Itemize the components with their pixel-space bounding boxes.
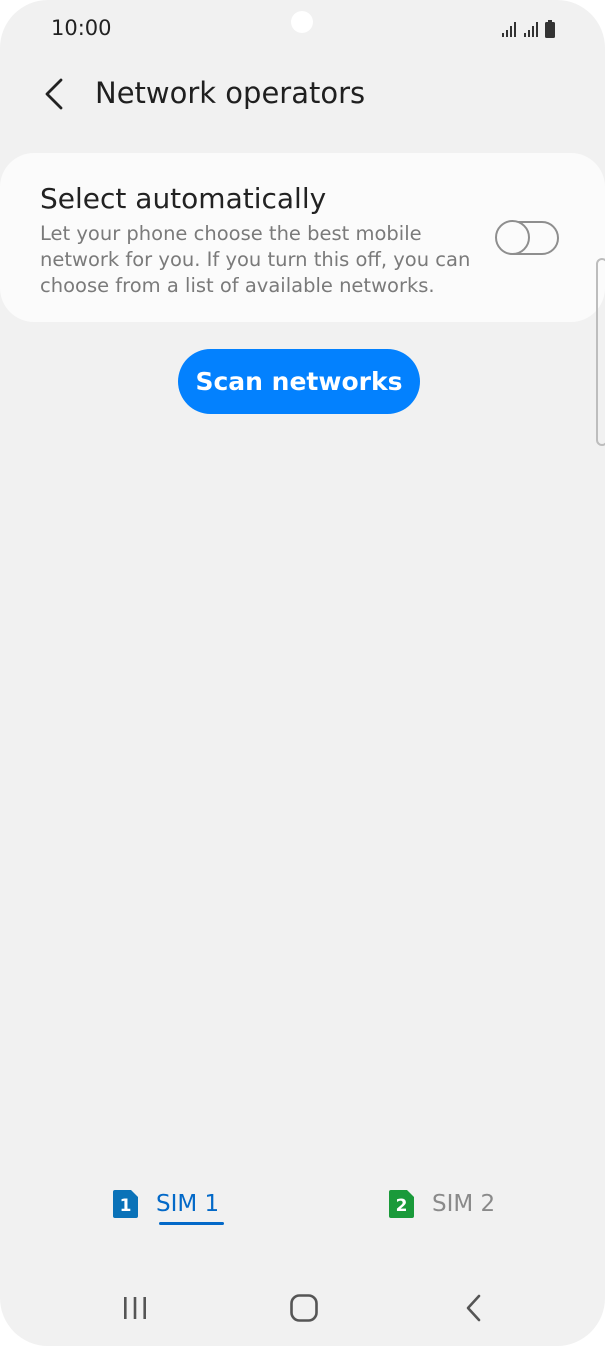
chevron-left-icon (45, 78, 63, 110)
sim-2-number: 2 (396, 1196, 408, 1216)
status-time: 10:00 (51, 16, 112, 40)
tab-sim-2[interactable]: 2 SIM 2 (389, 1188, 495, 1220)
signal-sim1-icon (502, 22, 516, 37)
home-icon (290, 1294, 318, 1322)
scroll-indicator[interactable] (596, 258, 605, 446)
signal-sim2-icon (524, 22, 538, 37)
back-button[interactable] (34, 72, 74, 116)
select-automatically-title: Select automatically (40, 182, 327, 215)
sim-1-icon: 1 (113, 1190, 138, 1218)
navigation-bar (0, 1274, 605, 1340)
sim-2-label: SIM 2 (432, 1191, 496, 1217)
sim-1-number: 1 (120, 1196, 132, 1216)
status-icons (501, 18, 555, 38)
scan-networks-button[interactable]: Scan networks (178, 349, 420, 414)
back-icon (466, 1294, 481, 1322)
sim-2-icon: 2 (389, 1190, 414, 1218)
select-automatically-description: Let your phone choose the best mobile ne… (40, 222, 471, 297)
sim-tabs: 1 SIM 1 2 SIM 2 (0, 1180, 605, 1240)
selected-tab-indicator (159, 1222, 224, 1225)
front-camera (291, 11, 313, 33)
toggle-knob (495, 220, 530, 255)
battery-icon (545, 20, 555, 38)
phone-screen: 10:00 Network operators Select automatic… (0, 0, 605, 1346)
sim-1-label: SIM 1 (156, 1191, 220, 1217)
app-header: Network operators (0, 62, 605, 124)
status-bar: 10:00 (0, 0, 605, 56)
page-title: Network operators (95, 76, 366, 110)
nav-back-button[interactable] (444, 1284, 504, 1332)
select-automatically-toggle[interactable] (495, 220, 559, 255)
recent-apps-button[interactable] (105, 1284, 165, 1332)
recent-apps-icon (124, 1297, 146, 1319)
tab-sim-1[interactable]: 1 SIM 1 (113, 1188, 219, 1220)
home-button[interactable] (274, 1284, 334, 1332)
